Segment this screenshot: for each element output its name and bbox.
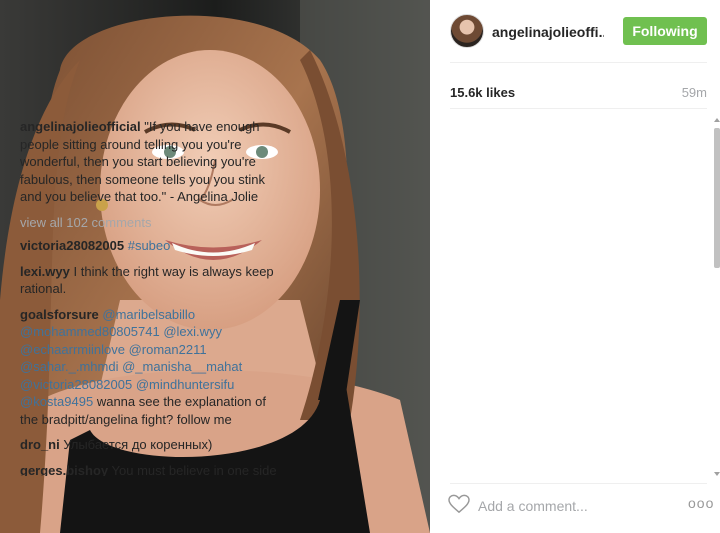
comment-username[interactable]: dro_ni — [20, 437, 60, 452]
comments-scrollbar[interactable] — [714, 118, 720, 476]
more-options-icon[interactable]: ooo — [688, 495, 714, 511]
meta-divider — [450, 108, 707, 109]
likes-count[interactable]: 15.6k likes — [450, 85, 515, 100]
comment-mention-link[interactable]: @maribelsabillo — [102, 307, 195, 322]
comment-mention-link[interactable]: @sahar._.mhmdi — [20, 359, 118, 374]
comments-list[interactable]: angelinajolieofficial "If you have enoug… — [20, 118, 282, 476]
comment-container: victoria28082005 #subeo lexi.wyy I think … — [20, 237, 282, 476]
caption-username[interactable]: angelinajolieofficial — [20, 119, 141, 134]
comment-mention-link[interactable]: @_manisha__mahat — [122, 359, 242, 374]
comment-mention-link[interactable]: @echaarrmiinlove — [20, 342, 125, 357]
comment-mention-link[interactable]: @kosta9495 — [20, 394, 93, 409]
post-header: angelinajolieoffi... Following — [430, 0, 720, 62]
comment-item: victoria28082005 #subeo — [20, 237, 282, 255]
comment-item: gerges.bishoy You must believe in one si… — [20, 462, 282, 477]
caption: angelinajolieofficial "If you have enoug… — [20, 118, 282, 206]
post-time[interactable]: 59m — [682, 85, 707, 100]
heart-icon[interactable] — [448, 494, 470, 519]
comment-mention-link[interactable]: @victoria28082005 — [20, 377, 132, 392]
comment-item: lexi.wyy I think the right way is always… — [20, 263, 282, 298]
comment-mention-link[interactable]: @mohammed80805741 — [20, 324, 160, 339]
comment-username[interactable]: victoria28082005 — [20, 238, 124, 253]
comment-username[interactable]: goalsforsure — [20, 307, 99, 322]
scroll-down-arrow[interactable] — [714, 472, 720, 476]
comment-item: dro_ni Улыбается до коренных) — [20, 436, 282, 454]
header-username[interactable]: angelinajolieoffi... — [492, 24, 604, 40]
comment-mention-link[interactable]: @lexi.wyy — [163, 324, 222, 339]
comment-mention-link[interactable]: @mindhuntersifu — [136, 377, 234, 392]
following-button[interactable]: Following — [623, 17, 707, 45]
post-footer: ooo — [430, 483, 720, 533]
comment-mention-link[interactable]: #subeo — [128, 238, 171, 253]
comment-username[interactable]: gerges.bishoy — [20, 463, 108, 477]
add-comment-input[interactable] — [478, 495, 658, 517]
comment-item: goalsforsure @maribelsabillo @mohammed80… — [20, 306, 282, 429]
scroll-up-arrow[interactable] — [714, 118, 720, 122]
avatar[interactable] — [450, 14, 484, 48]
comment-mention-link[interactable]: @roman2211 — [129, 342, 207, 357]
post-meta: 15.6k likes 59m — [450, 85, 707, 103]
scroll-thumb[interactable] — [714, 128, 720, 268]
comment-username[interactable]: lexi.wyy — [20, 264, 70, 279]
header-divider — [450, 62, 707, 63]
view-all-comments-link[interactable]: view all 102 comments — [20, 214, 282, 232]
post-side-panel: angelinajolieoffi... Following 15.6k lik… — [430, 0, 720, 533]
comment-text: Улыбается до коренных) — [63, 437, 213, 452]
